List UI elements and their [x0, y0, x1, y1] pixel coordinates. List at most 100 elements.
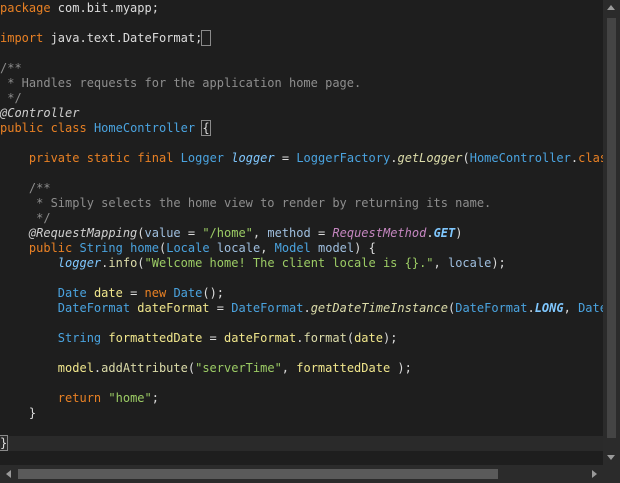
code-token: formattedDate [296, 361, 391, 375]
code-line[interactable]: import java.text.DateFormat; [0, 30, 603, 46]
code-line[interactable]: public class HomeController { [0, 120, 603, 136]
code-token: package [0, 1, 51, 15]
code-token: ; [151, 391, 159, 405]
code-line[interactable]: */ [0, 91, 603, 106]
code-token: "/home" [202, 226, 253, 240]
bracket-match-highlight [201, 30, 211, 46]
code-line[interactable] [0, 271, 603, 286]
code-line[interactable] [0, 316, 603, 331]
code-token: "serverTime" [195, 361, 282, 375]
code-token: java.text.DateFormat; [43, 31, 203, 45]
code-token: logger [57, 256, 102, 270]
code-token: , [563, 301, 579, 315]
code-token: /** [0, 61, 22, 75]
code-token: , [252, 226, 268, 240]
horizontal-scrollbar[interactable] [0, 465, 603, 483]
code-token: . [426, 226, 434, 240]
code-token: ( [137, 226, 145, 240]
code-token: . [303, 301, 311, 315]
code-token: locale [447, 256, 492, 270]
code-line[interactable]: DateFormat dateFormat = DateFormat.getDa… [0, 301, 603, 316]
vertical-scroll-thumb[interactable] [607, 18, 616, 438]
code-line[interactable]: * Simply selects the home view to render… [0, 196, 603, 211]
scrollbar-corner [603, 465, 620, 483]
code-line[interactable] [0, 166, 603, 181]
code-line[interactable] [0, 346, 603, 361]
code-line[interactable]: logger.info("Welcome home! The client lo… [0, 256, 603, 271]
code-token: ( [137, 256, 145, 270]
code-token: Model [274, 241, 311, 255]
code-token: ( [462, 151, 470, 165]
code-token: logger [231, 151, 275, 165]
code-line[interactable] [0, 421, 603, 436]
code-token: = [122, 286, 145, 300]
code-line[interactable]: } [0, 435, 603, 451]
code-token: date [93, 286, 123, 300]
code-token: class [578, 151, 603, 165]
horizontal-scroll-thumb[interactable] [18, 469, 498, 479]
code-line[interactable]: public String home(Locale locale, Model … [0, 241, 603, 256]
code-line[interactable]: return "home"; [0, 391, 603, 406]
code-token: addAttribute [101, 361, 188, 375]
code-line[interactable]: private static final Logger logger = Log… [0, 151, 603, 166]
scroll-right-arrow-icon[interactable] [592, 470, 597, 478]
code-line[interactable]: @RequestMapping(value = "/home", method … [0, 226, 603, 241]
code-token: ) { [354, 241, 376, 255]
code-line[interactable] [0, 16, 603, 31]
code-line[interactable] [0, 376, 603, 391]
code-token: new [144, 286, 167, 300]
code-token: */ [0, 211, 51, 225]
bracket-match-highlight: } [0, 435, 9, 451]
code-token: model [57, 361, 94, 375]
code-token: Locale [166, 241, 210, 255]
code-token: DateFormat [455, 301, 528, 315]
code-token: public [28, 241, 73, 255]
scroll-down-arrow-icon[interactable] [607, 455, 615, 460]
vertical-scrollbar[interactable] [603, 0, 620, 465]
code-token: DateFormat [57, 301, 131, 315]
code-line[interactable]: } [0, 406, 603, 421]
code-token: Date [57, 286, 87, 300]
code-line[interactable]: String formattedDate = dateFormat.format… [0, 331, 603, 346]
code-token: LoggerFactory [296, 151, 391, 165]
code-line[interactable]: /** [0, 181, 603, 196]
code-line[interactable]: model.addAttribute("serverTime", formatt… [0, 361, 603, 376]
code-token: = [180, 226, 203, 240]
code-line[interactable]: */ [0, 211, 603, 226]
code-token: ); [491, 256, 506, 270]
code-token: format [303, 331, 347, 345]
code-line[interactable]: package com.bit.myapp; [0, 1, 603, 16]
scroll-left-arrow-icon[interactable] [6, 470, 11, 478]
code-token: RequestMethod [332, 226, 427, 240]
code-line[interactable]: Date date = new Date(); [0, 286, 603, 301]
code-token: DateFormat [231, 301, 304, 315]
code-line[interactable]: /** [0, 61, 603, 76]
code-line[interactable]: @Controller [0, 106, 603, 121]
code-editor[interactable]: package com.bit.myapp; import java.text.D… [0, 0, 603, 465]
code-token: import [0, 31, 44, 45]
code-token: DateFormat [578, 301, 603, 315]
code-token: Logger [180, 151, 225, 165]
scroll-up-arrow-icon[interactable] [607, 5, 615, 10]
code-token: static [86, 151, 131, 165]
code-line[interactable] [0, 46, 603, 61]
code-token: @RequestMapping [28, 226, 138, 240]
code-token: = [310, 226, 333, 240]
code-token: model [318, 241, 355, 255]
code-line[interactable]: * Handles requests for the application h… [0, 76, 603, 91]
code-token: */ [0, 91, 22, 105]
code-line[interactable] [0, 136, 603, 151]
code-token: ( [187, 361, 196, 375]
code-token: , [433, 256, 448, 270]
